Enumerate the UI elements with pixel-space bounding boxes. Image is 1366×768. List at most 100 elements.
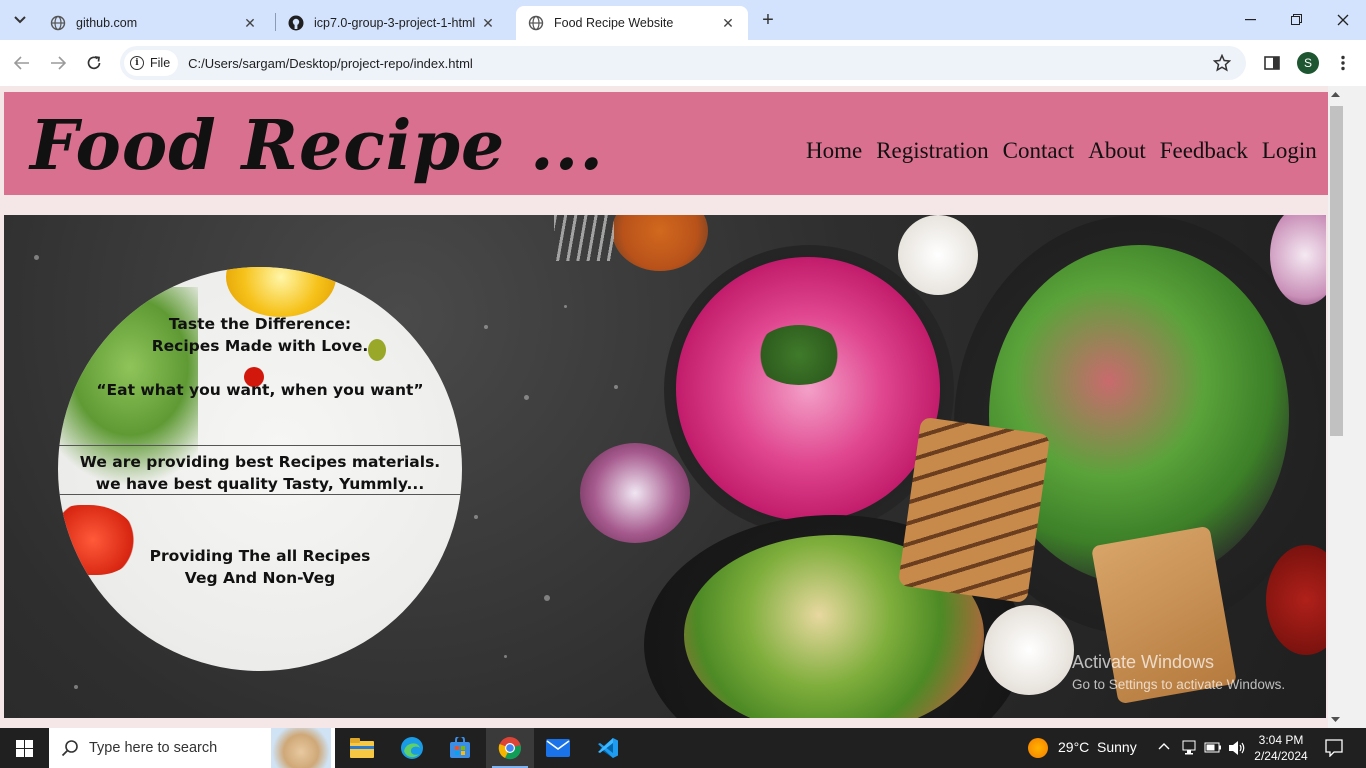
hero-circle-card: Taste the Difference: Recipes Made with …: [58, 267, 462, 671]
address-bar[interactable]: i File C:/Users/sargam/Desktop/project-r…: [120, 46, 1246, 80]
github-icon: [288, 15, 304, 31]
tab-github[interactable]: github.com ✕: [38, 6, 270, 40]
nav-link-registration[interactable]: Registration: [876, 138, 988, 164]
mail-icon: [546, 739, 570, 757]
weather-sun-icon[interactable]: [1028, 738, 1048, 758]
info-icon: i: [130, 56, 144, 70]
weather-temp[interactable]: 29°C: [1058, 739, 1089, 755]
vscode-icon: [598, 738, 618, 758]
clock-time: 3:04 PM: [1258, 733, 1304, 747]
vscode-app[interactable]: [584, 728, 632, 768]
avatar: S: [1297, 52, 1319, 74]
clock-date: 2/24/2024: [1254, 749, 1308, 763]
salt-speck: [564, 305, 567, 308]
chevron-up-icon[interactable]: [1158, 742, 1170, 750]
watermark-subtitle: Go to Settings to activate Windows.: [1072, 677, 1286, 692]
weather-text[interactable]: Sunny: [1097, 739, 1137, 755]
tab-food-recipe[interactable]: Food Recipe Website ✕: [516, 6, 748, 40]
close-window-button[interactable]: [1320, 0, 1366, 40]
site-info-label: File: [150, 56, 171, 70]
battery-icon[interactable]: [1204, 742, 1222, 754]
minimize-button[interactable]: [1228, 0, 1274, 40]
garlic-top: [898, 215, 978, 295]
taskbar-search-box[interactable]: Type here to search: [49, 728, 335, 768]
reload-button[interactable]: [80, 50, 108, 76]
profile-button[interactable]: S: [1295, 50, 1321, 76]
nav-link-home[interactable]: Home: [806, 138, 862, 164]
kebab-menu-icon: [1341, 55, 1345, 71]
back-button[interactable]: [8, 50, 36, 76]
search-icon: [61, 740, 78, 757]
close-icon[interactable]: ✕: [480, 15, 496, 31]
main-nav: Home Registration Contact About Feedback…: [806, 138, 1317, 164]
notifications-icon[interactable]: [1325, 739, 1343, 757]
lemon-slice: [226, 267, 336, 317]
tab-title: Food Recipe Website: [554, 16, 674, 30]
search-placeholder: Type here to search: [89, 740, 218, 756]
file-explorer-app[interactable]: [338, 728, 386, 768]
tab-title: icp7.0-group-3-project-1-html: [314, 16, 476, 30]
system-clock[interactable]: 3:04 PM 2/24/2024: [1244, 732, 1318, 764]
arrow-left-icon: [14, 56, 29, 70]
bookmark-star-icon[interactable]: [1210, 51, 1234, 75]
beet-soup: [676, 257, 940, 521]
search-highlight-image: [271, 728, 331, 768]
nav-link-login[interactable]: Login: [1262, 138, 1317, 164]
salt-speck: [484, 325, 488, 329]
side-panel-button[interactable]: [1259, 50, 1285, 76]
menu-button[interactable]: [1330, 50, 1356, 76]
hero-banner: Taste the Difference: Recipes Made with …: [4, 215, 1326, 718]
scroll-thumb[interactable]: [1330, 106, 1343, 436]
salt-speck: [504, 655, 507, 658]
promo-line-2: we have best quality Tasty, Yummly...: [95, 475, 425, 493]
store-app[interactable]: [436, 728, 484, 768]
salt-speck: [544, 595, 550, 601]
network-icon[interactable]: [1182, 740, 1196, 756]
scroll-up-icon[interactable]: [1330, 90, 1341, 98]
reload-icon: [87, 56, 101, 70]
mail-app[interactable]: [534, 728, 582, 768]
herb-garnish: [754, 325, 844, 385]
close-icon[interactable]: ✕: [720, 15, 736, 31]
folder-icon: [350, 738, 374, 758]
scroll-down-icon[interactable]: [1330, 716, 1341, 724]
close-icon: [1337, 14, 1349, 26]
windows-activation-watermark: Activate Windows Go to Settings to activ…: [1072, 652, 1285, 692]
nav-link-contact[interactable]: Contact: [1003, 138, 1075, 164]
salt-speck: [74, 685, 78, 689]
grilled-bread: [897, 416, 1051, 604]
chevron-down-icon: [14, 16, 26, 24]
tab-repo[interactable]: icp7.0-group-3-project-1-html ✕: [276, 6, 508, 40]
tagline-line-1: Taste the Difference:: [168, 315, 352, 333]
site-header: Food Recipe ... Home Registration Contac…: [4, 92, 1328, 195]
onion: [580, 443, 690, 543]
chrome-app[interactable]: [486, 728, 534, 768]
promo-line-1: We are providing best Recipes materials.: [79, 453, 441, 471]
offer-line-1: Providing The all Recipes: [149, 547, 371, 565]
arrow-right-icon: [51, 56, 66, 70]
offer-line-2: Veg And Non-Veg: [184, 569, 336, 587]
nav-link-about[interactable]: About: [1088, 138, 1146, 164]
forward-button[interactable]: [44, 50, 72, 76]
restore-icon: [1291, 14, 1302, 25]
minimize-icon: [1245, 19, 1256, 21]
browser-tab-strip: github.com ✕ icp7.0-group-3-project-1-ht…: [0, 0, 1366, 40]
edge-app[interactable]: [388, 728, 436, 768]
restore-button[interactable]: [1274, 0, 1320, 40]
nav-link-feedback[interactable]: Feedback: [1160, 138, 1248, 164]
start-button[interactable]: [0, 728, 48, 768]
tagline-line-2: Recipes Made with Love.: [151, 337, 369, 355]
windows-logo-icon: [15, 739, 33, 757]
hero-quote: “Eat what you want, when you want”: [96, 381, 424, 399]
new-tab-button[interactable]: +: [756, 8, 780, 32]
site-logo: Food Recipe ...: [30, 106, 605, 186]
site-info-chip[interactable]: i File: [124, 50, 179, 76]
web-page-viewport: Food Recipe ... Home Registration Contac…: [0, 86, 1366, 728]
windows-taskbar: Type here to search 29°C Sunny 3:04 PM 2…: [0, 728, 1366, 768]
url-text[interactable]: C:/Users/sargam/Desktop/project-repo/ind…: [188, 56, 1210, 71]
salt-speck: [614, 385, 618, 389]
garlic-bottom: [984, 605, 1074, 695]
close-icon[interactable]: ✕: [242, 15, 258, 31]
tab-search-button[interactable]: [6, 6, 34, 34]
side-panel-icon: [1264, 56, 1280, 70]
